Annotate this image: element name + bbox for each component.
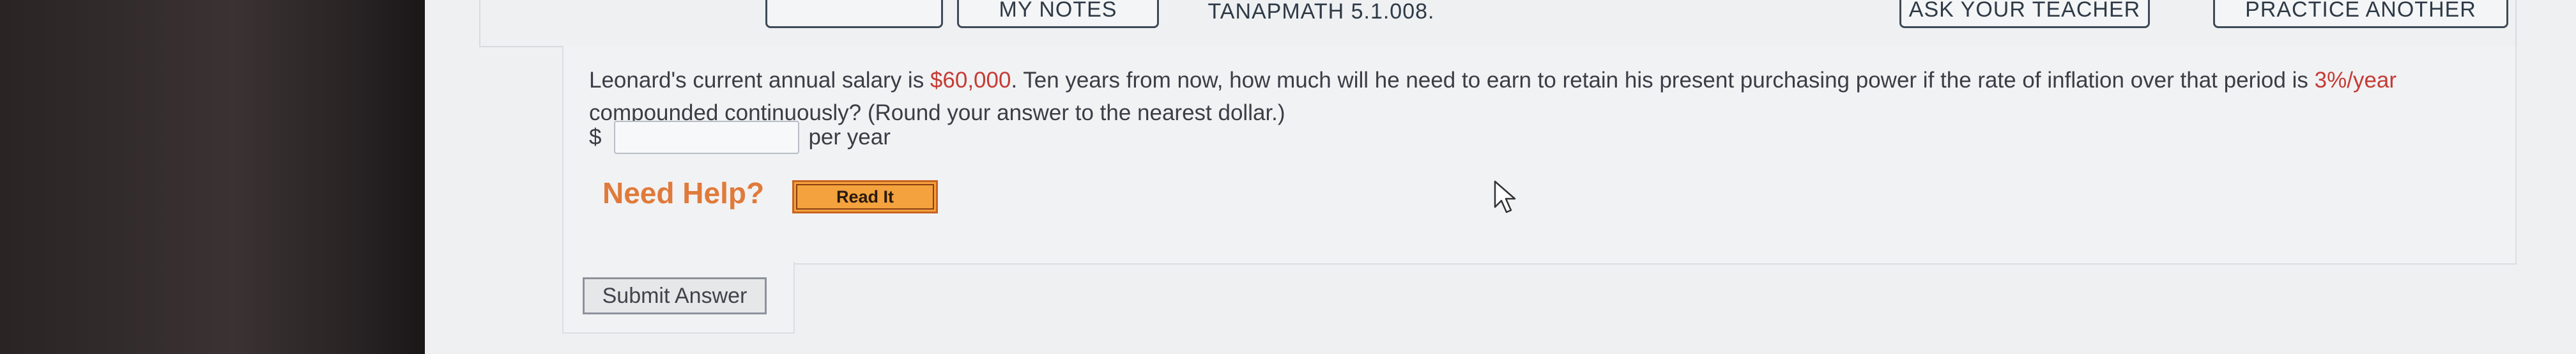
dollar-sign: $	[589, 125, 602, 150]
question-text-part2: . Ten years from now, how much will he n…	[1011, 68, 2315, 93]
blank-top-button[interactable]	[765, 0, 943, 28]
read-it-button[interactable]: Read It	[792, 180, 938, 213]
problem-id: TANAPMATH 5.1.008.	[1208, 0, 1435, 24]
submit-answer-button[interactable]: Submit Answer	[583, 277, 767, 314]
read-it-label: Read It	[796, 184, 934, 210]
mouse-pointer-icon	[1494, 180, 1516, 213]
need-help-label: Need Help?	[602, 176, 765, 210]
my-notes-button[interactable]: MY NOTES	[957, 0, 1159, 28]
salary-value: $60,000	[930, 68, 1011, 93]
ask-your-teacher-button[interactable]: ASK YOUR TEACHER	[1899, 0, 2150, 28]
answer-row: $ per year	[589, 119, 891, 156]
answer-input[interactable]	[614, 121, 800, 154]
background-dark-edge	[0, 0, 425, 354]
inflation-rate: 3%/year	[2314, 68, 2397, 93]
per-year-label: per year	[808, 125, 891, 150]
question-text-part1: Leonard's current annual salary is	[589, 68, 930, 93]
practice-another-button[interactable]: PRACTICE ANOTHER	[2213, 0, 2508, 28]
